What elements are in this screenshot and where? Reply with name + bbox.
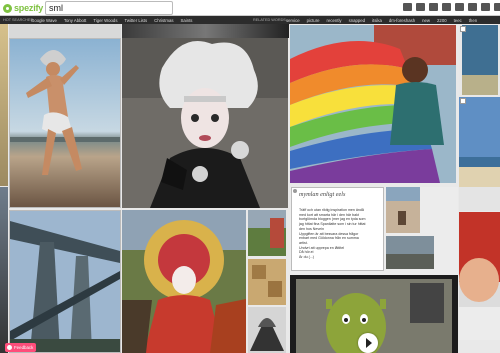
- boxes-photo: [248, 259, 286, 305]
- logo-mark-icon: [3, 3, 12, 13]
- logo-text: spezify: [14, 3, 44, 13]
- house-photo: [386, 187, 420, 233]
- related-word-link[interactable]: picture: [307, 18, 320, 23]
- rainbow-flag-photo: [290, 25, 456, 183]
- related-words-label: RELATED WORDS: [253, 18, 286, 22]
- blog-post-card[interactable]: mymlan enligt eels Träff och utan riktig…: [291, 187, 384, 271]
- sound-icon[interactable]: [455, 3, 464, 11]
- result-image-tile[interactable]: [9, 210, 121, 353]
- spezify-logo[interactable]: spezify: [3, 2, 43, 14]
- result-image-tile[interactable]: [248, 210, 286, 256]
- dancer-photo: [10, 39, 120, 207]
- related-word-link[interactable]: new: [422, 18, 430, 23]
- hot-search-link[interactable]: Christmas: [154, 18, 173, 23]
- blog-post-excerpt: Träff och utan riktig inspiration men än…: [299, 208, 381, 260]
- related-word-link[interactable]: recently: [327, 18, 342, 23]
- blog-icon: [293, 189, 297, 193]
- festival-photo: [122, 210, 246, 353]
- play-button[interactable]: [358, 333, 378, 353]
- result-image-tile[interactable]: [122, 38, 288, 208]
- related-word-link[interactable]: teec: [454, 18, 462, 23]
- result-image-tile[interactable]: [122, 24, 289, 38]
- toolbar: [403, 3, 500, 11]
- result-image-tile[interactable]: [386, 236, 434, 269]
- clown-photo: [122, 38, 288, 208]
- result-image-tile[interactable]: [248, 259, 286, 305]
- result-image-tile[interactable]: [459, 97, 500, 187]
- text-icon[interactable]: [442, 3, 451, 11]
- result-image-tile[interactable]: [248, 307, 286, 353]
- related-word-link[interactable]: snapped: [349, 18, 366, 23]
- hot-search-link[interactable]: Twitter Lists: [124, 18, 147, 23]
- result-image-tile[interactable]: [386, 187, 420, 233]
- hot-search-link[interactable]: Tiger Woods: [93, 18, 117, 23]
- related-word-link[interactable]: itsika: [372, 18, 382, 23]
- favorite-icon[interactable]: [460, 98, 466, 104]
- camera-icon[interactable]: [403, 3, 412, 11]
- favorite-icon[interactable]: [460, 26, 466, 32]
- settings-icon[interactable]: [494, 3, 500, 11]
- hot-searches-label: HOT SEARCHES: [3, 18, 33, 22]
- hot-search-link[interactable]: Saints: [181, 18, 193, 23]
- street-photo: [386, 236, 434, 269]
- blog-line: Är du (...): [299, 255, 314, 260]
- hot-search-link[interactable]: Google Wave: [31, 18, 57, 23]
- header: spezify: [0, 0, 500, 16]
- garden-photo: [248, 210, 286, 256]
- result-image-tile[interactable]: [459, 212, 500, 340]
- related-word-link[interactable]: dm-foreshash: [389, 18, 415, 23]
- tree-photo: [248, 307, 286, 353]
- sky-photo: [459, 25, 500, 97]
- share-icon[interactable]: [481, 3, 490, 11]
- search-bar: HOT SEARCHES Google Wave Tony Abbott Tig…: [0, 16, 500, 24]
- search-input[interactable]: [45, 1, 173, 15]
- related-word-link[interactable]: 2200: [437, 18, 447, 23]
- slideshow-icon[interactable]: [468, 3, 477, 11]
- feedback-icon: [7, 345, 12, 350]
- beach-photo: [459, 97, 500, 187]
- image-icon[interactable]: [416, 3, 425, 11]
- related-word-link[interactable]: service: [286, 18, 300, 23]
- related-words-list: service picture recently snapped itsika …: [286, 18, 477, 23]
- bridge-photo: [10, 211, 120, 352]
- feedback-button[interactable]: Feedback: [5, 343, 37, 352]
- result-image-tile[interactable]: [9, 24, 121, 38]
- result-image-tile[interactable]: [0, 187, 8, 353]
- video-icon[interactable]: [429, 3, 438, 11]
- hot-search-link[interactable]: Tony Abbott: [64, 18, 86, 23]
- result-image-tile[interactable]: [459, 25, 500, 97]
- result-image-tile[interactable]: [0, 24, 8, 186]
- result-image-tile[interactable]: [9, 38, 121, 208]
- result-image-tile[interactable]: [122, 210, 246, 353]
- result-image-tile[interactable]: [459, 187, 500, 211]
- blog-post-title[interactable]: mymlan enligt eels: [299, 191, 345, 198]
- hot-searches-list: Google Wave Tony Abbott Tiger Woods Twit…: [31, 18, 192, 23]
- result-image-tile[interactable]: [290, 25, 456, 183]
- feedback-label: Feedback: [14, 345, 34, 350]
- mario-photo: [459, 212, 500, 340]
- spezify-app: spezify HOT SEARCHES Google Wave Tony Ab…: [0, 0, 500, 353]
- related-word-link[interactable]: then: [469, 18, 477, 23]
